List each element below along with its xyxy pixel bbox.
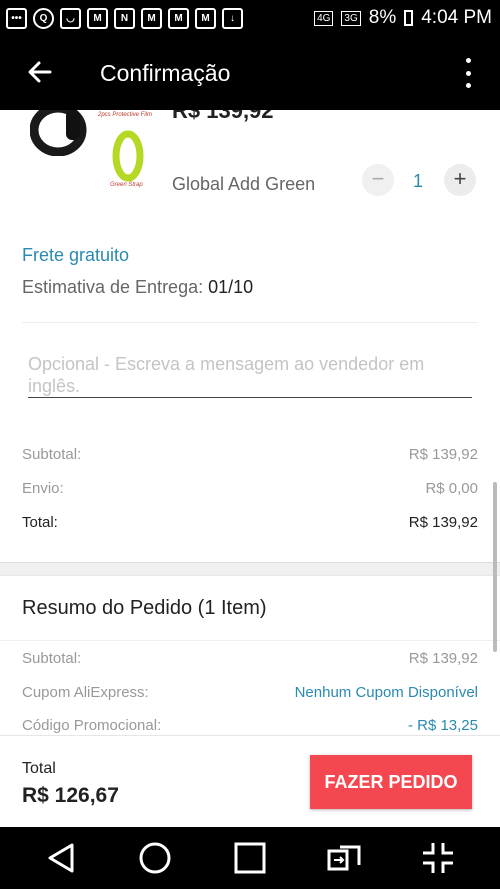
store-total-row: Total: R$ 139,92	[22, 514, 478, 531]
gmail-icon: M	[87, 7, 108, 29]
order-confirmation-content[interactable]: 2pcs Protective Film Green Strap R$ 139,…	[0, 110, 500, 735]
switch-app-icon[interactable]	[326, 840, 362, 876]
delivery-estimate: Estimativa de Entrega: 01/10	[22, 277, 253, 298]
coupon-label: Cupom AliExpress:	[22, 684, 149, 701]
status-right: 4G 3G 8% 4:04 PM	[314, 0, 492, 36]
promo-code-label: Código Promocional:	[22, 717, 162, 734]
page-title: Confirmação	[100, 60, 231, 86]
promo-code-value[interactable]: - R$ 13,25	[408, 717, 478, 734]
home-circle-icon[interactable]	[137, 840, 173, 876]
divider	[0, 640, 500, 641]
order-subtotal-label: Subtotal:	[22, 650, 82, 667]
order-summary-title: Resumo do Pedido (1 Item)	[22, 597, 267, 619]
place-order-button[interactable]: FAZER PEDIDO	[310, 755, 472, 809]
promo-code-row[interactable]: Código Promocional: - R$ 13,25	[22, 717, 478, 734]
coupon-row[interactable]: Cupom AliExpress: Nenhum Cupom Disponíve…	[22, 684, 478, 701]
recents-square-icon[interactable]	[232, 840, 268, 876]
back-arrow-icon[interactable]	[26, 58, 54, 86]
divider	[22, 322, 478, 323]
store-total-label: Total:	[22, 514, 58, 531]
app-icon: N	[114, 7, 135, 29]
system-nav-bar	[0, 827, 500, 889]
order-footer: Total R$ 126,67 FAZER PEDIDO	[0, 735, 500, 828]
messages-icon: •••	[6, 7, 27, 29]
product-image-strap	[104, 130, 152, 184]
battery-percent: 8%	[368, 7, 397, 28]
quantity-decrease-button[interactable]: −	[362, 164, 394, 196]
more-options-icon[interactable]	[464, 58, 472, 88]
store-shipping-value: R$ 0,00	[425, 480, 478, 497]
quantity-increase-button[interactable]: +	[444, 164, 476, 196]
shop-icon: ◡	[60, 7, 81, 29]
product-image-caption: 2pcs Protective Film	[98, 112, 153, 118]
notification-icons: ••• Q ◡ M N M M M ↓	[0, 7, 243, 29]
store-total-value: R$ 139,92	[408, 514, 478, 531]
footer-total-value: R$ 126,67	[22, 784, 119, 807]
order-subtotal-row: Subtotal: R$ 139,92	[22, 650, 478, 667]
clock: 4:04 PM	[421, 7, 492, 28]
delivery-estimate-date: 01/10	[208, 277, 254, 297]
footer-total-label: Total	[22, 760, 56, 777]
store-shipping-row: Envio: R$ 0,00	[22, 480, 478, 497]
collapse-icon[interactable]	[420, 840, 456, 876]
search-app-icon: Q	[33, 7, 54, 29]
store-subtotal-label: Subtotal:	[22, 446, 82, 463]
delivery-estimate-label: Estimativa de Entrega:	[22, 277, 204, 297]
store-subtotal-value: R$ 139,92	[408, 446, 478, 463]
store-subtotal-row: Subtotal: R$ 139,92	[22, 446, 478, 463]
product-price: R$ 139,92	[172, 110, 274, 123]
gmail-icon: M	[168, 7, 189, 29]
signal-4g-icon: 4G	[314, 10, 334, 26]
product-image-band	[29, 110, 90, 157]
coupon-value-link[interactable]: Nenhum Cupom Disponível	[295, 684, 478, 701]
product-image-caption: Green Strap	[110, 182, 143, 188]
section-separator	[0, 562, 500, 576]
gmail-icon: M	[141, 7, 162, 29]
gmail-icon: M	[195, 7, 216, 29]
free-shipping-link[interactable]: Frete gratuito	[22, 245, 129, 266]
signal-3g-icon: 3G	[341, 10, 361, 26]
order-subtotal-value: R$ 139,92	[408, 650, 478, 667]
quantity-value: 1	[413, 171, 424, 191]
seller-message-input[interactable]: Opcional - Escreva a mensagem ao vendedo…	[28, 353, 472, 398]
back-triangle-icon[interactable]	[44, 840, 80, 876]
product-variant: Global Add Green	[172, 174, 316, 194]
download-icon: ↓	[222, 7, 243, 29]
status-bar: ••• Q ◡ M N M M M ↓ 4G 3G 8% 4:04 PM	[0, 0, 500, 36]
app-bar: Confirmação	[0, 36, 500, 110]
scrollbar[interactable]	[493, 482, 497, 652]
store-shipping-label: Envio:	[22, 480, 64, 497]
battery-icon	[404, 10, 414, 26]
